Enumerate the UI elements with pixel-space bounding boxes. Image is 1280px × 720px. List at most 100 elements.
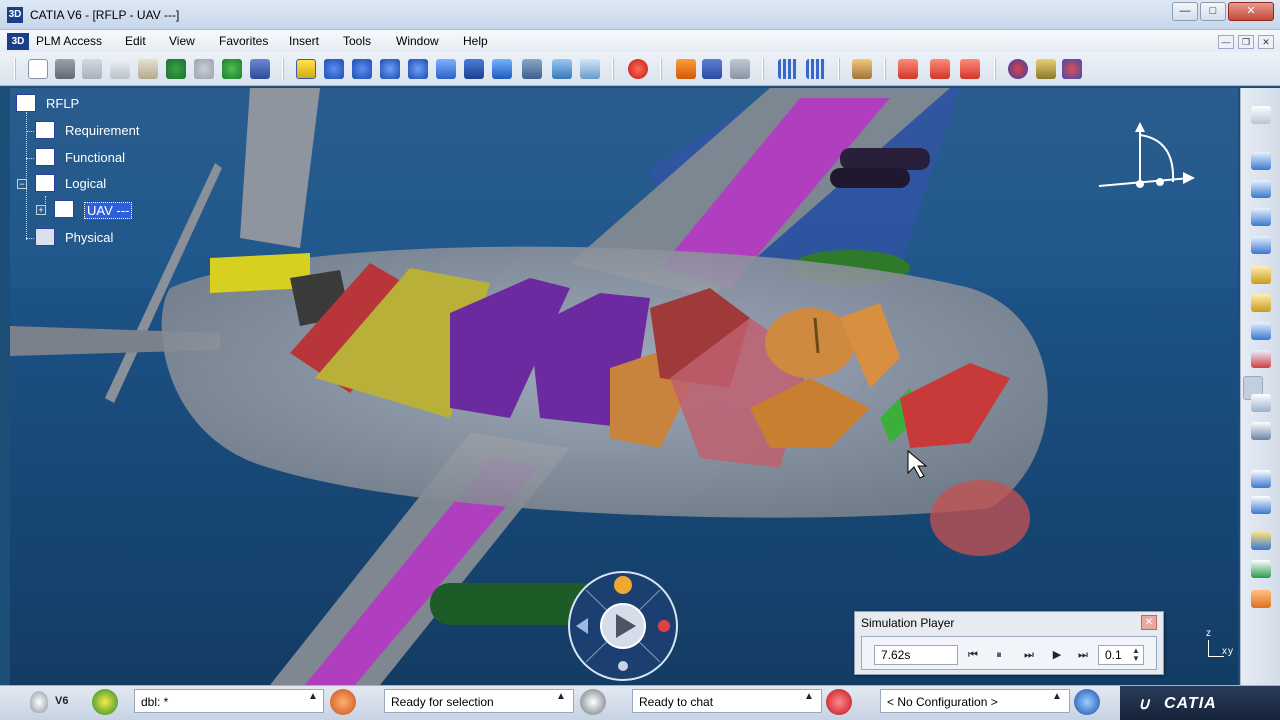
navigation-wheel[interactable] <box>566 570 680 682</box>
selection-status-caret[interactable]: ▲ <box>556 691 566 702</box>
hide-show-icon[interactable] <box>552 59 572 79</box>
catia-app-icon[interactable]: 3D <box>7 7 23 23</box>
grid-settings-icon[interactable] <box>806 59 826 79</box>
io-icon[interactable] <box>1008 59 1028 79</box>
flow-exposition-icon[interactable] <box>1251 294 1271 312</box>
play-forward-button[interactable]: ▶ <box>1046 645 1068 665</box>
add-interface-icon[interactable] <box>1251 322 1271 340</box>
structure-icon[interactable] <box>702 59 722 79</box>
network-icon[interactable] <box>730 59 750 79</box>
check-icon[interactable] <box>1251 560 1271 578</box>
connect-icon[interactable] <box>1251 266 1271 284</box>
rotate-icon[interactable] <box>352 59 372 79</box>
tree-view-icon[interactable] <box>658 620 670 632</box>
3d-compass[interactable] <box>1095 120 1205 200</box>
configuration-field[interactable]: < No Configuration > <box>880 689 1070 713</box>
layout-icon[interactable] <box>1251 496 1271 514</box>
navigation-icon[interactable] <box>1251 394 1271 412</box>
insert-logical-icon[interactable] <box>1251 180 1271 198</box>
new-icon[interactable] <box>28 59 48 79</box>
undo-icon[interactable] <box>166 59 186 79</box>
menu-edit[interactable]: Edit <box>125 34 146 48</box>
connector-icon[interactable] <box>1036 59 1056 79</box>
align-center-icon[interactable] <box>930 59 950 79</box>
simulation-icon[interactable] <box>628 59 648 79</box>
simulation-player-close-button[interactable]: ✕ <box>1141 615 1157 630</box>
menu-plm-access[interactable]: PLM Access <box>36 34 102 48</box>
status-bar: V6 dbl: * ▲ Ready for selection ▲ Ready … <box>0 685 1280 720</box>
menu-favorites[interactable]: Favorites <box>219 34 268 48</box>
right-workbench-toolbar <box>1240 88 1280 685</box>
more-options-icon[interactable] <box>618 661 628 671</box>
search-icon[interactable] <box>330 689 356 715</box>
align-left-icon[interactable] <box>898 59 918 79</box>
menu-view[interactable]: View <box>169 34 195 48</box>
whats-this-icon[interactable] <box>250 59 270 79</box>
menu-window[interactable]: Window <box>396 34 439 48</box>
product-icon[interactable] <box>676 59 696 79</box>
pause-button[interactable]: ⏸ <box>988 645 1010 665</box>
zoom-in-icon[interactable] <box>380 59 400 79</box>
cut-icon[interactable] <box>82 59 102 79</box>
menu-bar: 3D PLM Access Edit View Favorites Insert… <box>0 30 1280 52</box>
uav-expand-toggle[interactable]: + <box>36 205 46 215</box>
multi-view-icon[interactable] <box>464 59 484 79</box>
rewind-button[interactable]: ⏮ <box>962 645 984 665</box>
paste-icon[interactable] <box>138 59 158 79</box>
export-icon[interactable] <box>1251 350 1271 368</box>
insert-reference-icon[interactable] <box>1251 208 1271 226</box>
configuration-icon[interactable] <box>826 689 852 715</box>
fit-all-icon[interactable] <box>296 59 316 79</box>
logical-collapse-toggle[interactable]: − <box>17 179 27 189</box>
menu-help[interactable]: Help <box>463 34 488 48</box>
compass-origin <box>1136 180 1144 188</box>
chat-icon[interactable] <box>580 689 606 715</box>
distribute-icon[interactable] <box>960 59 980 79</box>
logical-icon <box>35 174 55 192</box>
flow-icon[interactable] <box>1062 59 1082 79</box>
link-icon[interactable] <box>1251 422 1271 440</box>
insert-function-icon[interactable] <box>1251 152 1271 170</box>
menu-tools[interactable]: Tools <box>343 34 371 48</box>
power-input-caret[interactable]: ▲ <box>308 691 318 702</box>
configuration-caret[interactable]: ▲ <box>1052 691 1062 702</box>
copy-icon[interactable] <box>110 59 130 79</box>
normal-view-icon[interactable] <box>436 59 456 79</box>
catia-menu-logo[interactable]: 3D <box>7 33 29 50</box>
shading-icon[interactable] <box>522 59 542 79</box>
iso-view-icon[interactable] <box>492 59 512 79</box>
collaboration-icon[interactable] <box>614 576 632 594</box>
redo-icon[interactable] <box>194 59 214 79</box>
properties-icon[interactable] <box>852 59 872 79</box>
reroute-icon[interactable] <box>1251 470 1271 488</box>
behavior-icon[interactable] <box>1251 590 1271 608</box>
simulation-setup-icon[interactable] <box>1251 532 1271 550</box>
power-input-icon[interactable] <box>92 689 118 715</box>
insert-port-icon[interactable] <box>1251 236 1271 254</box>
workbench-icon[interactable] <box>1251 106 1271 124</box>
simulation-time-field[interactable]: 7.62s <box>874 645 958 665</box>
doc-restore-button[interactable]: ❐ <box>1238 35 1254 49</box>
3d-viewport[interactable]: z x y RFLP Requirement Functional − Logi… <box>10 88 1238 685</box>
menu-insert[interactable]: Insert <box>289 34 319 48</box>
help-icon[interactable] <box>1074 689 1100 715</box>
zoom-out-icon[interactable] <box>408 59 428 79</box>
grid-icon[interactable] <box>778 59 798 79</box>
step-spinner[interactable]: ▲ ▼ <box>1132 647 1140 663</box>
toolbar-grip <box>14 58 16 80</box>
swap-visible-space-icon[interactable] <box>580 59 600 79</box>
compass-handle <box>1156 178 1164 186</box>
print-icon[interactable] <box>55 59 75 79</box>
maximize-button[interactable]: □ <box>1200 2 1226 21</box>
minimize-button[interactable]: — <box>1172 2 1198 21</box>
fast-forward-button[interactable]: ⏭ <box>1072 645 1094 665</box>
step-forward-button[interactable]: ⏭ <box>1018 645 1040 665</box>
chat-status-caret[interactable]: ▲ <box>804 691 814 702</box>
update-icon[interactable] <box>222 59 242 79</box>
power-input-field[interactable]: dbl: * <box>134 689 324 713</box>
pan-icon[interactable] <box>324 59 344 79</box>
doc-minimize-button[interactable]: — <box>1218 35 1234 49</box>
doc-close-button[interactable]: ✕ <box>1258 35 1274 49</box>
simulation-player-panel: Simulation Player ✕ 7.62s ⏮ ⏸ ⏭ ▶ ⏭ 0.1 … <box>854 611 1164 675</box>
close-button[interactable]: ✕ <box>1228 2 1274 21</box>
